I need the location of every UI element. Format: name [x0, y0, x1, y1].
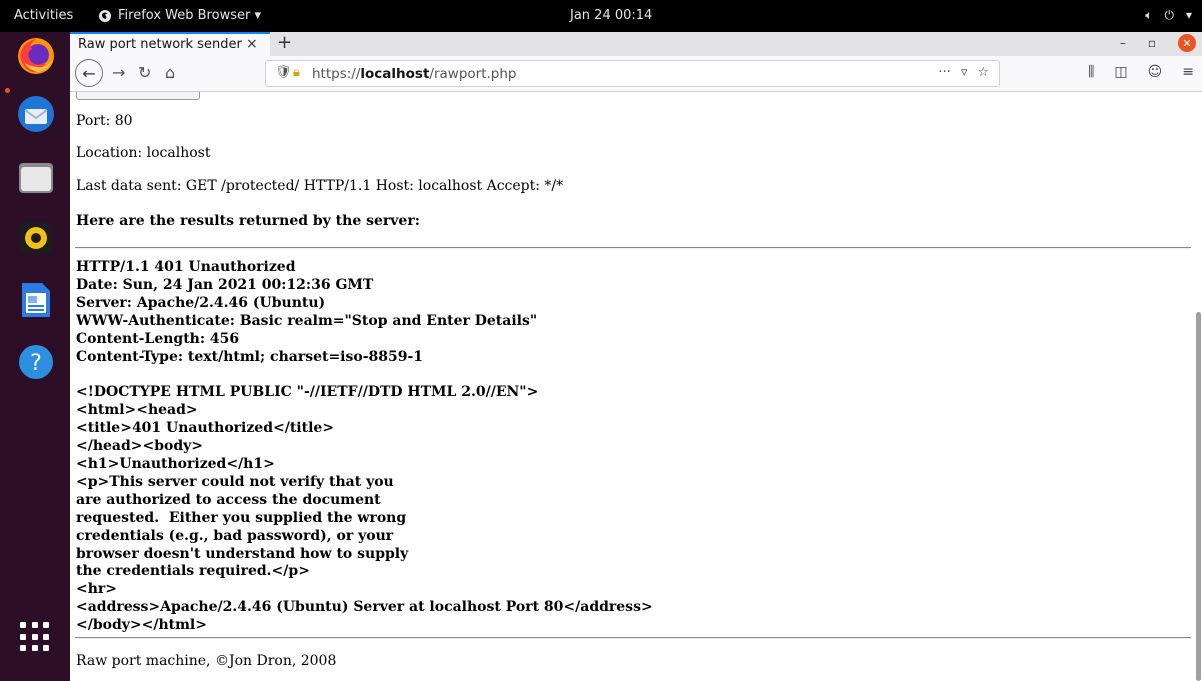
library-icon[interactable]: ⫼	[1088, 64, 1094, 80]
response-line: are authorized to access the document	[76, 491, 381, 508]
app-menu-label: Firefox Web Browser ▾	[118, 8, 261, 23]
show-applications-icon[interactable]	[20, 622, 50, 652]
response-line: </head><body>	[76, 438, 204, 455]
maximize-icon[interactable]: ▫	[1148, 36, 1156, 50]
chevron-down-icon[interactable]: ▾	[1186, 8, 1192, 23]
home-button[interactable]: ⌂	[165, 63, 175, 82]
results-heading: Here are the results returned by the ser…	[76, 213, 420, 229]
response-line: <title>401 Unauthorized</title>	[76, 420, 335, 437]
activities-button[interactable]: Activities	[14, 8, 73, 23]
divider-top	[75, 247, 1191, 249]
files-icon[interactable]	[15, 157, 57, 199]
sidebar-icon[interactable]: ◫	[1114, 64, 1127, 80]
tracking-protection-icon[interactable]: 🛡︎	[275, 65, 292, 80]
thunderbird-icon[interactable]	[15, 93, 57, 135]
svg-text:?: ?	[30, 351, 42, 376]
firefox-icon[interactable]	[15, 35, 57, 77]
clock[interactable]: Jan 24 00:14	[570, 8, 652, 23]
response-line: Server: Apache/2.4.46 (Ubuntu)	[76, 294, 326, 311]
response-line	[76, 366, 653, 384]
forward-button[interactable]: →	[112, 63, 125, 82]
active-app-indicator	[5, 88, 10, 93]
system-top-bar: Activities Firefox Web Browser ▾ Jan 24 …	[0, 0, 1202, 32]
back-button[interactable]: ←	[75, 59, 103, 87]
url-bar[interactable]: 🛡︎ 🔒︎ https://localhost/rawport.php ··· …	[265, 60, 1000, 87]
dock: ?	[0, 32, 70, 681]
tab-bar: Raw port network sender × + – ▫ ✕	[70, 32, 1202, 56]
volume-icon[interactable]: 🔈︎	[1145, 8, 1152, 23]
page-actions-icon[interactable]: ···	[938, 65, 950, 80]
tab-close-icon[interactable]: ×	[246, 36, 258, 52]
scrollbar-thumb[interactable]	[1196, 312, 1201, 681]
tab-title: Raw port network sender	[78, 37, 242, 52]
url-text[interactable]: https://localhost/rawport.php	[312, 66, 517, 82]
divider-bottom	[75, 637, 1191, 639]
app-menu[interactable]: Firefox Web Browser ▾	[98, 8, 261, 23]
response-line: Date: Sun, 24 Jan 2021 00:12:36 GMT	[76, 276, 374, 293]
window-controls: – ▫ ✕	[1120, 34, 1196, 52]
rhythmbox-icon[interactable]	[15, 217, 57, 259]
page-content: Port: 80 Location: localhost Last data s…	[70, 92, 1202, 681]
system-tray[interactable]: 🔈︎ ⏻ ▾	[1145, 8, 1192, 23]
insecure-lock-icon[interactable]: 🔒︎	[293, 65, 300, 80]
hamburger-menu-icon[interactable]: ≡	[1182, 64, 1194, 80]
response-line: Content-Type: text/html; charset=iso-885…	[76, 348, 424, 365]
toolbar-tools: ⫼ ◫ ☺ ≡	[1088, 64, 1194, 80]
libreoffice-writer-icon[interactable]	[15, 279, 57, 321]
tab-raw-port[interactable]: Raw port network sender ×	[70, 32, 270, 56]
location-text: Location: localhost	[76, 145, 211, 161]
response-line: <address>Apache/2.4.46 (Ubuntu) Server a…	[76, 599, 653, 616]
help-icon[interactable]: ?	[15, 341, 57, 383]
response-line: HTTP/1.1 401 Unauthorized	[76, 259, 296, 275]
submit-button[interactable]	[76, 92, 200, 100]
response-line: the credentials required.</p>	[76, 563, 310, 580]
response-line: WWW-Authenticate: Basic realm="Stop and …	[76, 312, 538, 329]
response-line: credentials (e.g., bad password), or you…	[76, 527, 394, 544]
firefox-small-icon	[99, 9, 111, 22]
nav-toolbar: ← → ↻ ⌂ 🛡︎ 🔒︎ https://localhost/rawport.…	[70, 56, 1202, 92]
power-icon[interactable]: ⏻	[1164, 8, 1174, 23]
response-line: <html><head>	[76, 402, 198, 419]
reload-button[interactable]: ↻	[138, 63, 151, 82]
response-line: Content-Length: 456	[76, 330, 240, 347]
response-line: <!DOCTYPE HTML PUBLIC "-//IETF//DTD HTML…	[76, 384, 539, 401]
pocket-icon[interactable]: ▿	[961, 65, 968, 80]
bookmark-star-icon[interactable]: ☆	[977, 65, 989, 80]
server-response: HTTP/1.1 401 Unauthorized Date: Sun, 24 J…	[76, 259, 653, 635]
response-line: requested. Either you supplied the wrong	[76, 509, 407, 526]
arrow-left-icon: ←	[82, 63, 96, 83]
response-line: browser doesn't understand how to supply	[76, 545, 409, 562]
scrollbar[interactable]	[1194, 312, 1202, 681]
last-data-text: Last data sent: GET /protected/ HTTP/1.1…	[76, 178, 564, 194]
response-line: <hr>	[76, 581, 118, 598]
new-tab-button[interactable]: +	[277, 32, 292, 53]
response-line: </body></html>	[76, 617, 207, 634]
response-line: <p>This server could not verify that you	[76, 473, 394, 490]
footer-text: Raw port machine, ©Jon Dron, 2008	[76, 653, 337, 669]
window-close-icon[interactable]: ✕	[1178, 34, 1196, 52]
port-text: Port: 80	[76, 113, 133, 129]
response-line: <h1>Unauthorized</h1>	[76, 455, 275, 472]
account-icon[interactable]: ☺	[1148, 64, 1163, 80]
minimize-icon[interactable]: –	[1120, 36, 1126, 50]
